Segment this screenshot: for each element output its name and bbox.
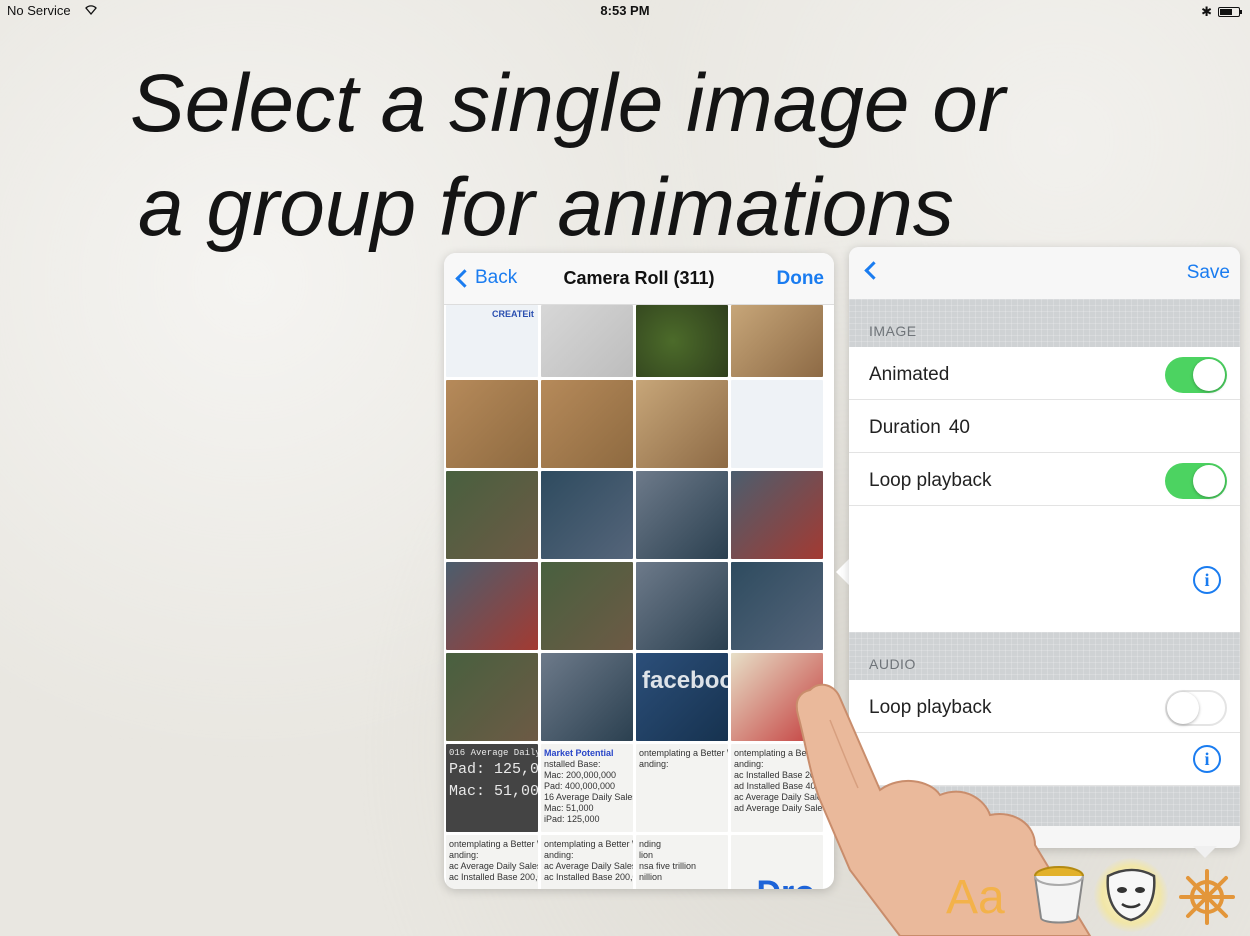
photo-thumbnail[interactable]	[446, 653, 538, 741]
photo-thumbnail[interactable]: 016 Average Daily SalePad: 125,000Mac: 5…	[446, 744, 538, 832]
thumbnail-text: 016 Average Daily SalePad: 125,000Mac: 5…	[449, 748, 538, 800]
audio-loop-toggle[interactable]	[1165, 690, 1227, 726]
section-footer	[849, 786, 1240, 826]
info-icon[interactable]: i	[1193, 745, 1221, 773]
settings-nav-bar: Save	[849, 247, 1240, 299]
audio-section-label: AUDIO	[869, 656, 916, 672]
status-bar: No Service 8:53 PM ✱	[0, 0, 1250, 20]
photo-thumbnail[interactable]	[541, 471, 633, 559]
audio-loop-row: Loop playback	[849, 680, 1240, 733]
photo-thumbnail[interactable]: ontemplating a Better Weanding:ac Averag…	[446, 835, 538, 889]
animated-toggle[interactable]	[1165, 357, 1227, 393]
thumbnail-text: ontemplating a Better Weanding:ac Averag…	[544, 839, 633, 882]
chevron-left-icon	[864, 261, 883, 280]
photo-thumbnail[interactable]	[446, 380, 538, 468]
image-info-area: i	[849, 506, 1240, 632]
image-section-label: IMAGE	[869, 323, 917, 339]
toggle-knob	[1193, 465, 1225, 497]
ships-wheel-icon[interactable]	[1178, 868, 1236, 926]
paint-bucket-icon[interactable]	[1030, 862, 1088, 926]
duration-value[interactable]: 40	[949, 417, 970, 438]
photo-thumbnail[interactable]: ontemplating a Better anding: ac Installed…	[731, 744, 823, 832]
photo-thumbnail[interactable]	[636, 471, 728, 559]
battery-icon	[1218, 7, 1242, 17]
photo-thumbnail[interactable]	[446, 562, 538, 650]
photo-thumbnail[interactable]	[446, 471, 538, 559]
photo-thumbnail[interactable]	[541, 653, 633, 741]
picker-title: Camera Roll (311)	[563, 268, 715, 288]
text-tool-button[interactable]: Aa	[946, 870, 1005, 925]
headline-line-1: Select a single image or	[130, 58, 1006, 149]
photo-thumbnail[interactable]: Market Potential nstalled Base: Mac: 200,0…	[541, 744, 633, 832]
thumbnail-text: ontemplating a Better anding: ac Installed…	[734, 748, 823, 813]
headline-line-2: a group for animations	[138, 162, 954, 253]
thumbnail-text: ontemplating a Better Weanding:	[639, 748, 728, 769]
photo-thumbnail[interactable]	[731, 305, 823, 377]
photo-thumbnail[interactable]	[541, 562, 633, 650]
thumbnail-text: Market Potential nstalled Base: Mac: 200,0…	[544, 748, 633, 824]
photo-thumbnail[interactable]: facebook	[636, 653, 728, 741]
image-section-header: IMAGE	[849, 299, 1240, 347]
photo-thumbnail[interactable]	[731, 380, 823, 468]
photo-thumbnail[interactable]: nding lion nsa five trillion nillion	[636, 835, 728, 889]
animation-tool-button[interactable]	[1094, 858, 1168, 932]
photo-thumbnail[interactable]: ontemplating a Better Weanding:	[636, 744, 728, 832]
photo-thumbnail[interactable]	[731, 653, 823, 741]
audio-info-row: i	[849, 733, 1240, 786]
image-loop-toggle[interactable]	[1165, 463, 1227, 499]
animated-row: Animated	[849, 347, 1240, 400]
thumbnail-text: facebook	[642, 667, 728, 694]
thumbnail-text: CREATEit	[492, 309, 534, 319]
bluetooth-icon: ✱	[1201, 4, 1212, 19]
clock: 8:53 PM	[600, 3, 650, 18]
animation-settings-panel: Save IMAGE Animated Duration 40 Loop play…	[849, 247, 1240, 848]
settings-back-button[interactable]	[863, 261, 883, 282]
toggle-knob	[1167, 692, 1199, 724]
photo-thumbnail[interactable]: ontemplating a Better Weanding:ac Averag…	[541, 835, 633, 889]
picker-done-button[interactable]: Done	[777, 268, 825, 290]
photo-grid: CREATEit facebook 016 Average Daily SalePa…	[446, 305, 832, 889]
photo-thumbnail[interactable]	[636, 305, 728, 377]
image-loop-row: Loop playback	[849, 453, 1240, 506]
popover-arrow	[836, 558, 850, 586]
animated-label: Animated	[869, 364, 950, 385]
audio-section-header: AUDIO	[849, 632, 1240, 680]
thumbnail-text: ontemplating a Better Weanding:ac Averag…	[449, 839, 538, 882]
theater-mask-icon	[1106, 868, 1156, 922]
photo-thumbnail[interactable]: CREATEit	[446, 305, 538, 377]
photo-picker-panel: Back Camera Roll (311) Done CREATEit face…	[444, 253, 834, 889]
picker-nav-bar: Back Camera Roll (311) Done	[444, 253, 834, 305]
photo-thumbnail[interactable]	[731, 471, 823, 559]
save-button[interactable]: Save	[1187, 262, 1230, 284]
photo-thumbnail[interactable]	[636, 562, 728, 650]
info-icon[interactable]: i	[1193, 566, 1221, 594]
audio-loop-label: Loop playback	[869, 697, 992, 718]
image-loop-label: Loop playback	[869, 470, 992, 491]
duration-label: Duration	[869, 417, 941, 438]
headline: Select a single image or a group for ani…	[130, 52, 1130, 260]
duration-row[interactable]: Duration 40	[849, 400, 1240, 453]
toggle-knob	[1193, 359, 1225, 391]
photo-thumbnail[interactable]: Dro	[731, 835, 823, 889]
photo-thumbnail[interactable]	[541, 380, 633, 468]
photo-thumbnail[interactable]	[636, 380, 728, 468]
photo-thumbnail[interactable]	[731, 562, 823, 650]
photo-thumbnail[interactable]	[541, 305, 633, 377]
thumbnail-text: Dro	[756, 874, 815, 889]
thumbnail-text: nding lion nsa five trillion nillion	[639, 839, 697, 882]
toolbar-popover-arrow	[1193, 846, 1217, 858]
